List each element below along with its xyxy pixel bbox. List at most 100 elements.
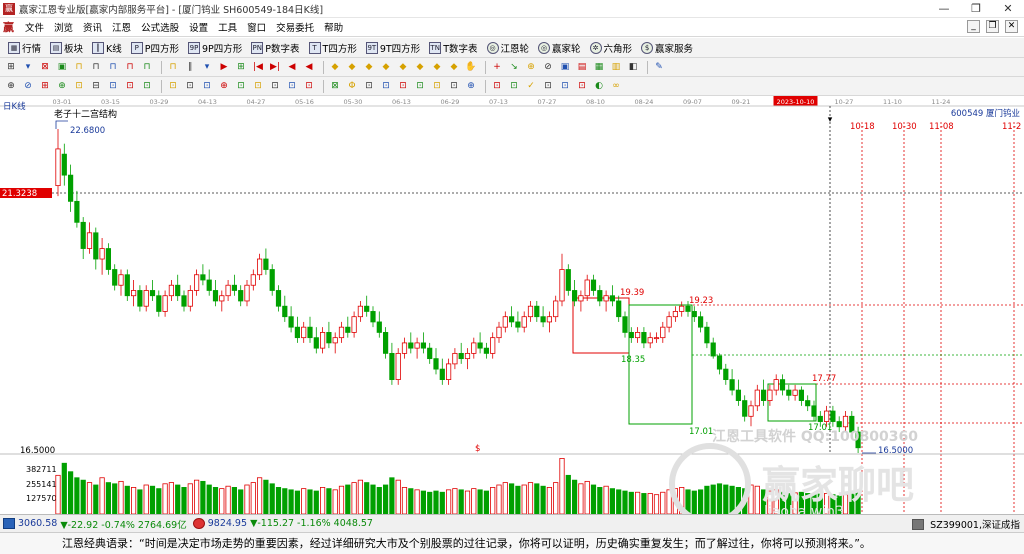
sz-index-icon[interactable]	[192, 518, 205, 529]
menu-trade[interactable]: 交易委托	[271, 20, 319, 34]
menu-file[interactable]: 文件	[20, 20, 49, 34]
toolbar3-tool-icon-19[interactable]: Φ	[345, 80, 359, 93]
index-selector-icon[interactable]	[912, 518, 925, 530]
menu-tools[interactable]: 工具	[213, 20, 242, 34]
toolbar3-tool-icon-6[interactable]: ⊡	[106, 80, 120, 93]
toolbar3-tool-icon-29[interactable]: ✓	[524, 80, 538, 93]
toolbar2-tool-icon-34[interactable]: ▥	[609, 61, 623, 74]
toolbar3-tool-icon-1[interactable]: ⊘	[21, 80, 35, 93]
toolbar2-tool-icon-7[interactable]: ⊓	[123, 61, 137, 74]
toolbar2-tool-icon-24[interactable]: ◆	[430, 61, 444, 74]
menu-gann[interactable]: 江恩	[107, 20, 136, 34]
toolbar2-tool-icon-16[interactable]: ◀	[285, 61, 299, 74]
toolbar2-tool-icon-18[interactable]: ◆	[328, 61, 342, 74]
mdi-close-button[interactable]: ✕	[1005, 20, 1018, 33]
toolbar2-tool-icon-27[interactable]: +	[490, 61, 504, 74]
toolbar2-tool-icon-25[interactable]: ◆	[447, 61, 461, 74]
mdi-minimize-button[interactable]: _	[967, 20, 980, 33]
toolbar-item-11[interactable]: ✲ 六角形	[589, 41, 632, 55]
toolbar2-tool-icon-13[interactable]: ⊞	[234, 61, 248, 74]
menu-help[interactable]: 帮助	[319, 20, 348, 34]
toolbar3-tool-icon-22[interactable]: ⊡	[396, 80, 410, 93]
maximize-button[interactable]: ❐	[960, 0, 992, 18]
toolbar2-tool-icon-31[interactable]: ▣	[558, 61, 572, 74]
toolbar2-tool-icon-26[interactable]: ✋	[464, 61, 478, 74]
toolbar2-tool-icon-35[interactable]: ◧	[626, 61, 640, 74]
toolbar2-tool-icon-8[interactable]: ⊓	[140, 61, 154, 74]
toolbar-item-10[interactable]: ◎ 赢家轮	[538, 41, 581, 55]
toolbar3-tool-icon-23[interactable]: ⊡	[413, 80, 427, 93]
toolbar2-tool-icon-4[interactable]: ⊓	[72, 61, 86, 74]
toolbar2-tool-icon-32[interactable]: ▤	[575, 61, 589, 74]
toolbar3-tool-icon-25[interactable]: ⊡	[447, 80, 461, 93]
toolbar2-tool-icon-14[interactable]: |◀	[251, 61, 265, 74]
toolbar2-tool-icon-20[interactable]: ◆	[362, 61, 376, 74]
toolbar3-tool-icon-9[interactable]: ⊡	[166, 80, 180, 93]
toolbar-item-9[interactable]: ◎ 江恩轮	[486, 41, 529, 55]
toolbar3-tool-icon-26[interactable]: ⊕	[464, 80, 478, 93]
menu-window[interactable]: 窗口	[242, 20, 271, 34]
toolbar3-tool-icon-31[interactable]: ⊡	[558, 80, 572, 93]
toolbar2-tool-icon-12[interactable]: ▶	[217, 61, 231, 74]
toolbar2-tool-icon-21[interactable]: ◆	[379, 61, 393, 74]
toolbar2-tool-icon-29[interactable]: ⊕	[524, 61, 538, 74]
toolbar2-tool-icon-0[interactable]: ⊞	[4, 61, 18, 74]
toolbar2-tool-icon-11[interactable]: ▾	[200, 61, 214, 74]
toolbar3-tool-icon-32[interactable]: ⊡	[575, 80, 589, 93]
toolbar2-tool-icon-17[interactable]: ◀	[302, 61, 316, 74]
toolbar3-tool-icon-4[interactable]: ⊡	[72, 80, 86, 93]
toolbar-item-2[interactable]: ┃ K线	[92, 41, 122, 55]
toolbar2-tool-icon-3[interactable]: ▣	[55, 61, 69, 74]
toolbar2-tool-icon-28[interactable]: ↘	[507, 61, 521, 74]
toolbar2-tool-icon-33[interactable]: ▦	[592, 61, 606, 74]
toolbar3-tool-icon-30[interactable]: ⊡	[541, 80, 555, 93]
toolbar3-tool-icon-24[interactable]: ⊡	[430, 80, 444, 93]
toolbar-item-6[interactable]: T T四方形	[308, 41, 357, 55]
toolbar2-tool-icon-30[interactable]: ⊘	[541, 61, 555, 74]
mdi-restore-button[interactable]: ❐	[986, 20, 999, 33]
toolbar2-tool-icon-9[interactable]: ⊓	[166, 61, 180, 74]
toolbar3-tool-icon-20[interactable]: ⊡	[362, 80, 376, 93]
menu-news[interactable]: 资讯	[78, 20, 107, 34]
toolbar3-tool-icon-12[interactable]: ⊕	[217, 80, 231, 93]
toolbar3-tool-icon-15[interactable]: ⊡	[268, 80, 282, 93]
toolbar-item-3[interactable]: P P四方形	[130, 41, 179, 55]
toolbar3-tool-icon-2[interactable]: ⊞	[38, 80, 52, 93]
toolbar3-tool-icon-17[interactable]: ⊡	[302, 80, 316, 93]
toolbar3-tool-icon-3[interactable]: ⊕	[55, 80, 69, 93]
toolbar3-tool-icon-0[interactable]: ⊕	[4, 80, 18, 93]
toolbar3-tool-icon-28[interactable]: ⊡	[507, 80, 521, 93]
toolbar3-tool-icon-34[interactable]: ∞	[609, 80, 623, 93]
toolbar2-tool-icon-22[interactable]: ◆	[396, 61, 410, 74]
toolbar-item-1[interactable]: ▤ 板块	[50, 41, 83, 55]
toolbar2-tool-icon-19[interactable]: ◆	[345, 61, 359, 74]
toolbar2-tool-icon-6[interactable]: ⊓	[106, 61, 120, 74]
toolbar3-tool-icon-16[interactable]: ⊡	[285, 80, 299, 93]
toolbar2-tool-icon-23[interactable]: ◆	[413, 61, 427, 74]
toolbar3-tool-icon-7[interactable]: ⊡	[123, 80, 137, 93]
toolbar-item-8[interactable]: TN T数字表	[429, 41, 478, 55]
toolbar2-tool-icon-15[interactable]: ▶|	[268, 61, 282, 74]
close-button[interactable]: ✕	[992, 0, 1024, 18]
menu-browse[interactable]: 浏览	[49, 20, 78, 34]
toolbar-item-4[interactable]: 9P 9P四方形	[188, 41, 242, 55]
toolbar-item-5[interactable]: PN P数字表	[251, 41, 300, 55]
toolbar3-tool-icon-33[interactable]: ◐	[592, 80, 606, 93]
toolbar2-tool-icon-36[interactable]: ✎	[652, 61, 666, 74]
toolbar-item-0[interactable]: ▦ 行情	[8, 41, 41, 55]
toolbar-item-7[interactable]: 9T 9T四方形	[365, 41, 420, 55]
toolbar3-tool-icon-18[interactable]: ⊠	[328, 80, 342, 93]
toolbar3-tool-icon-11[interactable]: ⊡	[200, 80, 214, 93]
toolbar3-tool-icon-27[interactable]: ⊡	[490, 80, 504, 93]
toolbar-item-12[interactable]: $ 赢家服务	[641, 41, 693, 55]
menu-settings[interactable]: 设置	[184, 20, 213, 34]
toolbar3-tool-icon-13[interactable]: ⊡	[234, 80, 248, 93]
toolbar2-tool-icon-10[interactable]: ∥	[183, 61, 197, 74]
toolbar3-tool-icon-5[interactable]: ⊟	[89, 80, 103, 93]
toolbar2-tool-icon-2[interactable]: ⊠	[38, 61, 52, 74]
menu-formula-screen[interactable]: 公式选股	[136, 20, 184, 34]
toolbar3-tool-icon-14[interactable]: ⊡	[251, 80, 265, 93]
toolbar2-tool-icon-1[interactable]: ▾	[21, 61, 35, 74]
toolbar3-tool-icon-8[interactable]: ⊡	[140, 80, 154, 93]
kline-chart[interactable]: 03-01 03-15 03-29 04-13 04-27 05-16 05-30 06-13…	[0, 96, 1024, 525]
